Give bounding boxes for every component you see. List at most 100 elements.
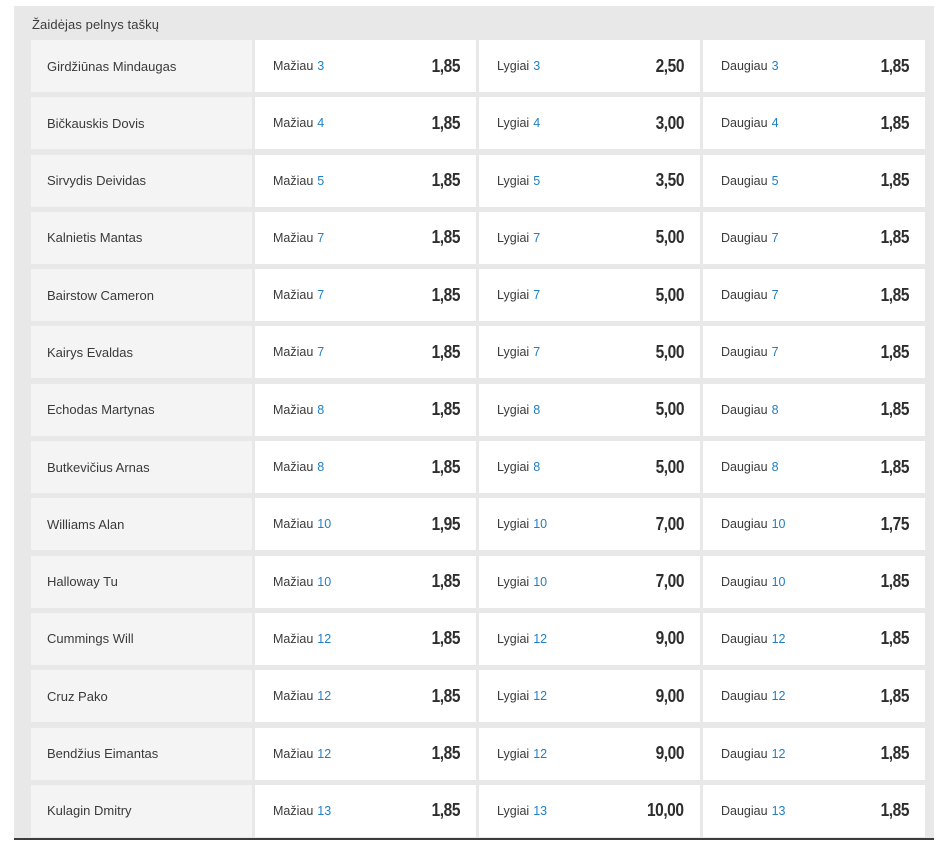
line-value: 12	[317, 746, 332, 761]
line-value: 12	[533, 689, 548, 704]
odd-under-button[interactable]: Mažiau 8 1,85	[255, 383, 476, 436]
odd-over-button[interactable]: Daugiau 3 1,85	[703, 40, 925, 92]
odd-equal-button[interactable]: Lygiai 8 5,00	[479, 441, 700, 494]
odd-equal-button[interactable]: Lygiai 13 10,00	[479, 784, 700, 837]
outcome-label: Mažiau 10	[273, 517, 331, 531]
under-label: Mažiau	[273, 803, 314, 818]
odd-over-button[interactable]: Daugiau 7 1,85	[703, 211, 925, 264]
under-label: Mažiau	[273, 402, 314, 417]
odd-under-button[interactable]: Mažiau 13 1,85	[255, 784, 476, 837]
odd-over-button[interactable]: Daugiau 5 1,85	[703, 154, 925, 207]
odd-price: 9,00	[655, 685, 685, 706]
under-label: Mažiau	[273, 230, 314, 245]
odd-over-button[interactable]: Daugiau 12 1,85	[703, 670, 925, 723]
market-row: Bairstow Cameron Mažiau 7 1,85 Lygiai 7 5,…	[31, 269, 927, 322]
odd-under-button[interactable]: Mažiau 7 1,85	[255, 326, 476, 379]
odd-under-button[interactable]: Mažiau 5 1,85	[255, 154, 476, 207]
line-value: 10	[771, 517, 786, 532]
line-value: 8	[771, 460, 779, 475]
odd-under-button[interactable]: Mažiau 12 1,85	[255, 612, 476, 665]
odd-under-button[interactable]: Mažiau 10 1,85	[255, 555, 476, 608]
under-label: Mažiau	[273, 345, 314, 360]
equal-label: Lygiai	[497, 116, 530, 131]
odd-equal-button[interactable]: Lygiai 12 9,00	[479, 612, 700, 665]
odd-under-button[interactable]: Mažiau 8 1,85	[255, 441, 476, 494]
odd-over-button[interactable]: Daugiau 8 1,85	[703, 383, 925, 436]
equal-label: Lygiai	[497, 230, 530, 245]
odd-price: 1,85	[431, 112, 461, 133]
equal-label: Lygiai	[497, 173, 530, 188]
odd-over-button[interactable]: Daugiau 12 1,85	[703, 612, 925, 665]
odd-price: 1,85	[431, 227, 461, 248]
over-label: Daugiau	[721, 288, 768, 303]
odd-over-button[interactable]: Daugiau 8 1,85	[703, 441, 925, 494]
outcome-label: Mažiau 8	[273, 403, 324, 417]
equal-label: Lygiai	[497, 345, 530, 360]
odd-under-button[interactable]: Mažiau 12 1,85	[255, 727, 476, 780]
odd-over-button[interactable]: Daugiau 10 1,85	[703, 555, 925, 608]
odd-equal-button[interactable]: Lygiai 10 7,00	[479, 555, 700, 608]
odd-equal-button[interactable]: Lygiai 12 9,00	[479, 727, 700, 780]
over-label: Daugiau	[721, 402, 768, 417]
line-value: 8	[771, 402, 779, 417]
odd-over-button[interactable]: Daugiau 13 1,85	[703, 784, 925, 837]
outcome-label: Lygiai 7	[497, 288, 540, 302]
odd-under-button[interactable]: Mažiau 7 1,85	[255, 269, 476, 322]
odd-under-button[interactable]: Mažiau 12 1,85	[255, 670, 476, 723]
odd-equal-button[interactable]: Lygiai 8 5,00	[479, 383, 700, 436]
line-value: 4	[771, 116, 779, 131]
odd-over-button[interactable]: Daugiau 7 1,85	[703, 269, 925, 322]
odd-price: 1,85	[880, 800, 910, 821]
odd-equal-button[interactable]: Lygiai 4 3,00	[479, 97, 700, 150]
player-name: Echodas Martynas	[31, 383, 252, 436]
odd-under-button[interactable]: Mažiau 4 1,85	[255, 97, 476, 150]
line-value: 13	[317, 803, 332, 818]
odd-price: 1,85	[880, 284, 910, 305]
player-name: Halloway Tu	[31, 555, 252, 608]
equal-label: Lygiai	[497, 402, 530, 417]
outcome-label: Mažiau 13	[273, 804, 331, 818]
line-value: 8	[317, 402, 325, 417]
odd-price: 1,85	[880, 55, 910, 76]
over-label: Daugiau	[721, 460, 768, 475]
line-value: 13	[533, 803, 548, 818]
odd-over-button[interactable]: Daugiau 10 1,75	[703, 498, 925, 551]
outcome-label: Mažiau 5	[273, 174, 324, 188]
odd-equal-button[interactable]: Lygiai 7 5,00	[479, 269, 700, 322]
odd-equal-button[interactable]: Lygiai 12 9,00	[479, 670, 700, 723]
odd-under-button[interactable]: Mažiau 10 1,95	[255, 498, 476, 551]
equal-label: Lygiai	[497, 517, 530, 532]
odd-equal-button[interactable]: Lygiai 10 7,00	[479, 498, 700, 551]
odd-price: 1,85	[431, 628, 461, 649]
odd-price: 7,00	[655, 571, 685, 592]
line-value: 5	[533, 173, 541, 188]
odd-over-button[interactable]: Daugiau 4 1,85	[703, 97, 925, 150]
market-row: Bičkauskis Dovis Mažiau 4 1,85 Lygiai 4 3,…	[31, 97, 927, 150]
outcome-label: Daugiau 10	[721, 575, 785, 589]
outcome-label: Lygiai 12	[497, 747, 547, 761]
odd-price: 5,00	[655, 399, 685, 420]
odd-equal-button[interactable]: Lygiai 5 3,50	[479, 154, 700, 207]
odd-over-button[interactable]: Daugiau 7 1,85	[703, 326, 925, 379]
odd-price: 1,85	[880, 399, 910, 420]
odd-under-button[interactable]: Mažiau 7 1,85	[255, 211, 476, 264]
line-value: 7	[533, 230, 541, 245]
market-title: Žaidėjas pelnys taškų	[32, 17, 160, 32]
under-label: Mažiau	[273, 517, 314, 532]
odd-equal-button[interactable]: Lygiai 3 2,50	[479, 40, 700, 92]
line-value: 7	[771, 230, 779, 245]
player-name: Kairys Evaldas	[31, 326, 252, 379]
odd-price: 1,85	[431, 743, 461, 764]
odd-price: 5,00	[655, 284, 685, 305]
line-value: 12	[317, 689, 332, 704]
odd-over-button[interactable]: Daugiau 12 1,85	[703, 727, 925, 780]
odd-price: 2,50	[655, 55, 685, 76]
odd-equal-button[interactable]: Lygiai 7 5,00	[479, 326, 700, 379]
under-label: Mažiau	[273, 173, 314, 188]
odd-equal-button[interactable]: Lygiai 7 5,00	[479, 211, 700, 264]
odd-price: 1,85	[431, 170, 461, 191]
equal-label: Lygiai	[497, 746, 530, 761]
line-value: 7	[317, 345, 325, 360]
line-value: 10	[317, 574, 332, 589]
odd-under-button[interactable]: Mažiau 3 1,85	[255, 40, 476, 92]
